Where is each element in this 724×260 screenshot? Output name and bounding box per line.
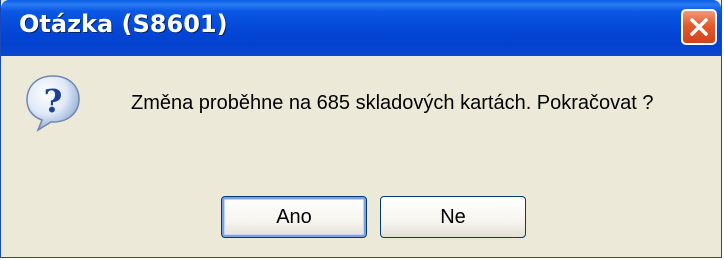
yes-button[interactable]: Ano <box>221 196 367 238</box>
title-bar[interactable]: Otázka (S8601) <box>1 0 721 56</box>
svg-text:?: ? <box>44 82 63 120</box>
question-icon: ? <box>26 75 80 132</box>
question-dialog: Otázka (S8601) ? Změna proběhne na 685 s… <box>0 0 722 258</box>
no-button[interactable]: Ne <box>380 196 526 238</box>
close-icon <box>690 18 708 36</box>
dialog-title: Otázka (S8601) <box>19 10 228 38</box>
dialog-body: ? Změna proběhne na 685 skladových kartá… <box>1 56 721 257</box>
close-button[interactable] <box>681 9 717 45</box>
dialog-message: Změna proběhne na 685 skladových kartách… <box>131 92 654 114</box>
